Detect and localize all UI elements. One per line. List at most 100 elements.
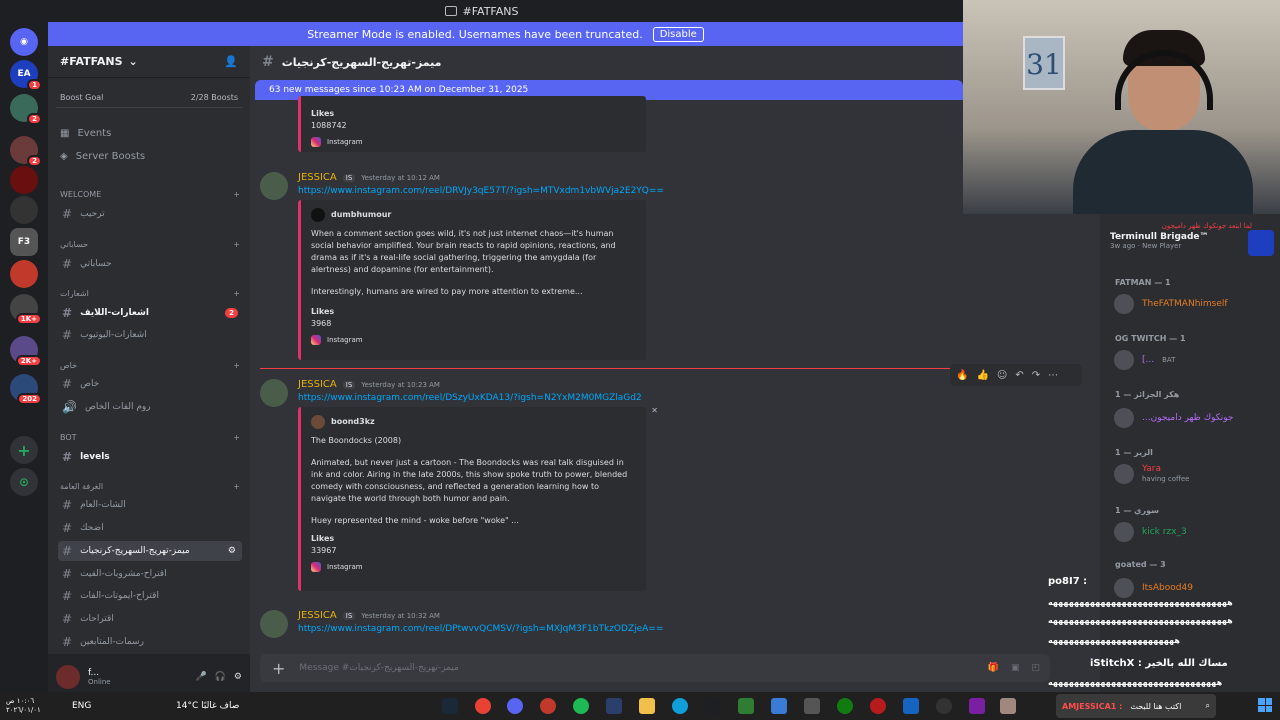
- add-attachment-icon[interactable]: +: [272, 659, 285, 678]
- author-name[interactable]: JESSICA: [298, 610, 337, 621]
- channel-suggestions[interactable]: # اقتراحات: [58, 609, 242, 629]
- author-name[interactable]: JESSICA: [298, 379, 337, 390]
- avatar[interactable]: [260, 379, 288, 407]
- language-indicator[interactable]: ENG: [72, 701, 91, 711]
- server-icon[interactable]: F3: [10, 228, 38, 256]
- edge-icon[interactable]: [672, 698, 688, 714]
- category-welcome[interactable]: WELCOME +: [60, 190, 240, 199]
- member-item[interactable]: Yara having coffee: [1114, 464, 1190, 484]
- plus-icon[interactable]: +: [233, 482, 240, 491]
- add-server-icon[interactable]: +: [10, 436, 38, 464]
- member-item[interactable]: TheFATMANhimself: [1114, 294, 1228, 314]
- more-icon[interactable]: ⋯: [1048, 370, 1058, 381]
- add-member-icon[interactable]: 👤: [224, 55, 238, 68]
- gif-icon[interactable]: ▣: [1011, 663, 1020, 673]
- folder-icon[interactable]: [639, 698, 655, 714]
- app-icon[interactable]: [969, 698, 985, 714]
- obs-icon[interactable]: [540, 698, 556, 714]
- boost-goal[interactable]: Boost Goal 2/28 Boosts: [56, 88, 242, 108]
- author-name[interactable]: JESSICA: [298, 172, 337, 183]
- emoji-icon[interactable]: ☺: [997, 370, 1007, 381]
- channel-suggestions-drinks[interactable]: # اقتراح-مشروبات-الفيت: [58, 564, 242, 584]
- channel-levels[interactable]: # levels: [58, 447, 242, 467]
- app-icon[interactable]: [771, 698, 787, 714]
- close-icon[interactable]: ✕: [651, 405, 658, 417]
- channel-chat[interactable]: # الشات-العام: [58, 495, 242, 515]
- avatar[interactable]: [56, 665, 80, 689]
- chrome-icon[interactable]: [475, 698, 491, 714]
- weather-widget[interactable]: 14°C صاف غالبًا: [176, 701, 239, 711]
- message-link[interactable]: https://www.instagram.com/reel/DSzyUxKDA…: [298, 393, 642, 403]
- discord-home-icon[interactable]: ◉: [10, 28, 38, 56]
- xbox-icon[interactable]: [837, 698, 853, 714]
- avatar[interactable]: [260, 610, 288, 638]
- category-private[interactable]: خاص +: [60, 361, 240, 370]
- microphone-icon[interactable]: 🎤: [195, 672, 206, 682]
- plus-icon[interactable]: +: [233, 361, 240, 370]
- reaction-fire-icon[interactable]: 🔥: [956, 370, 968, 381]
- category-accounts[interactable]: حساباتي +: [60, 240, 240, 249]
- server-header[interactable]: #FATFANS ⌄ 👤: [48, 46, 250, 78]
- gear-icon[interactable]: ⚙: [234, 672, 242, 682]
- vscode-icon[interactable]: [705, 698, 721, 714]
- server-icon[interactable]: [10, 260, 38, 288]
- app-icon[interactable]: [903, 698, 919, 714]
- channel-private-room[interactable]: 🔊 روم الفات الخاص: [58, 397, 242, 417]
- channel-fan-art[interactable]: # رسمات-المتابعين: [58, 632, 242, 652]
- sticker-icon[interactable]: ◰: [1031, 663, 1040, 673]
- channel-notify-live[interactable]: # اشعارات-اللايف 2: [58, 303, 242, 323]
- member-item[interactable]: [... BAT: [1114, 350, 1175, 370]
- category-bot[interactable]: BOT +: [60, 433, 240, 442]
- member-item[interactable]: kick rzx_3: [1114, 522, 1187, 542]
- server-icon[interactable]: 1K+: [10, 294, 42, 325]
- gift-icon[interactable]: 🎁: [988, 663, 999, 673]
- server-icon[interactable]: 202: [10, 374, 42, 405]
- disable-button[interactable]: Disable: [652, 26, 704, 42]
- clock[interactable]: ١٠:٠٦ ص ٢٠٢٦/٠١/٠١: [6, 697, 41, 715]
- server-icon[interactable]: 2K+: [10, 336, 42, 367]
- channel-private[interactable]: # خاص: [58, 374, 242, 394]
- channel-introductions[interactable]: # اضحك: [58, 518, 242, 538]
- plus-icon[interactable]: +: [233, 240, 240, 249]
- server-icon[interactable]: [10, 196, 38, 224]
- search-box[interactable]: AMJESSICA1 : اكتب هنا للبحث ⌕: [1056, 694, 1216, 718]
- message-link[interactable]: https://www.instagram.com/reel/DPtwvvQCM…: [298, 624, 663, 634]
- minecraft-icon[interactable]: [738, 698, 754, 714]
- category-notify[interactable]: اشعارات +: [60, 289, 240, 298]
- gear-icon[interactable]: ⚙: [228, 546, 236, 556]
- steam-alt-icon[interactable]: [606, 698, 622, 714]
- plus-icon[interactable]: +: [233, 190, 240, 199]
- discord-icon[interactable]: [507, 698, 523, 714]
- game-launcher-icon[interactable]: [870, 698, 886, 714]
- reply-icon[interactable]: ↶: [1015, 370, 1023, 381]
- channel-notify-yt[interactable]: # اشعارات-اليوتيوب: [58, 325, 242, 345]
- nav-events[interactable]: ▦ Events: [60, 128, 111, 139]
- app-icon[interactable]: [1000, 698, 1016, 714]
- reaction-thumbs-icon[interactable]: 👍: [976, 370, 988, 381]
- message-input[interactable]: + Message #ميمز-تهريج-السهريج-كرنجيات 🎁 …: [260, 654, 1050, 682]
- store-icon[interactable]: [804, 698, 820, 714]
- settings-icon[interactable]: [936, 698, 952, 714]
- discover-icon[interactable]: ⊙: [10, 468, 38, 496]
- server-icon[interactable]: EA 1: [10, 60, 42, 91]
- message-link[interactable]: https://www.instagram.com/reel/DRVJy3qE5…: [298, 186, 664, 196]
- plus-icon[interactable]: +: [233, 433, 240, 442]
- spotify-icon[interactable]: [573, 698, 589, 714]
- channel-active[interactable]: # ميمز-تهريج-السهريج-كرنجيات ⚙: [58, 541, 242, 561]
- forward-icon[interactable]: ↷: [1032, 370, 1040, 381]
- member-item[interactable]: ...جونكوك ظهر داميجون: [1114, 408, 1233, 428]
- windows-start-icon[interactable]: [1258, 698, 1272, 712]
- plus-icon[interactable]: +: [233, 289, 240, 298]
- category-general[interactable]: الغرفة العامة +: [60, 482, 240, 491]
- server-icon[interactable]: 2: [10, 94, 42, 125]
- channel-suggestions-emotes[interactable]: # اقتراح-ايموتات-الفات: [58, 586, 242, 606]
- avatar[interactable]: [260, 172, 288, 200]
- server-icon[interactable]: [10, 166, 38, 194]
- server-icon[interactable]: 2: [10, 136, 42, 167]
- headphones-icon[interactable]: 🎧: [215, 672, 226, 682]
- channel-accounts[interactable]: # حساباتي: [58, 254, 242, 274]
- steam-icon[interactable]: [442, 698, 458, 714]
- activity-card[interactable]: لما ابتعد جونكوك ظهر داميجون Terminull B…: [1110, 222, 1274, 266]
- nav-server-boosts[interactable]: ◈ Server Boosts: [60, 151, 145, 162]
- channel-welcome[interactable]: # ترحيب: [58, 204, 242, 224]
